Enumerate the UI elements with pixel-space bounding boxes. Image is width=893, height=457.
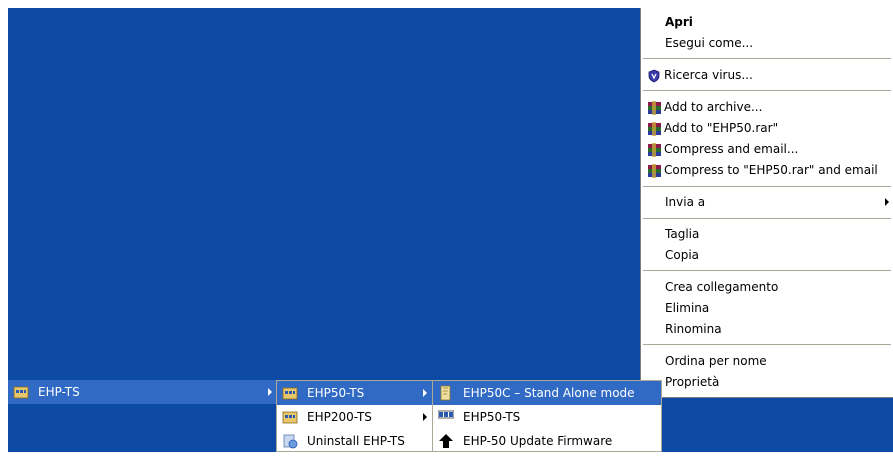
menu-item-rinomina[interactable]: Rinomina (641, 319, 893, 339)
menu-item-label: EHP50C – Stand Alone mode (463, 386, 635, 400)
menu-item-label: EHP-50 Update Firmware (463, 434, 613, 448)
menu-separator (643, 58, 891, 59)
menu-item-ehp200-ts-folder[interactable]: EHP200-TS (277, 405, 433, 429)
program-group-icon (13, 384, 29, 400)
menu-item-label: Add to "EHP50.rar" (664, 121, 779, 135)
program-group-icon (282, 409, 298, 425)
program-group-icon (282, 385, 298, 401)
uninstall-icon (282, 433, 298, 449)
menu-separator (643, 270, 891, 271)
menu-item-label: Copia (665, 248, 700, 262)
menu-separator (643, 218, 891, 219)
menu-item-label: Ricerca virus... (664, 68, 753, 82)
menu-item-copia[interactable]: Copia (641, 245, 893, 265)
menu-item-label: EHP50-TS (463, 410, 521, 424)
menu-item-ehp50-ts-folder[interactable]: EHP50-TS (277, 381, 433, 405)
menu-item-label: Esegui come... (665, 36, 754, 50)
menu-item-add-to-ehp50-rar[interactable]: Add to "EHP50.rar" (641, 118, 893, 138)
winrar-icon (647, 142, 662, 157)
submenu-arrow-icon (268, 388, 272, 396)
winrar-icon (647, 121, 662, 136)
menu-separator (643, 344, 891, 345)
ehp50-ts-submenu: EHP50C – Stand Alone mode EHP50-TS EHP-5… (432, 380, 662, 452)
menu-item-label: Add to archive... (664, 100, 763, 114)
menu-item-label: Compress and email... (664, 142, 799, 156)
upload-arrow-icon (438, 433, 454, 449)
menu-item-label: Invia a (665, 195, 706, 209)
menu-item-ehp-ts[interactable]: EHP-TS (8, 380, 278, 404)
menu-item-label: Elimina (665, 301, 710, 315)
menu-item-ehp50-ts-app[interactable]: EHP50-TS (433, 405, 661, 429)
menu-item-label: EHP50-TS (307, 386, 365, 400)
menu-item-compress-and-email[interactable]: Compress and email... (641, 139, 893, 159)
menu-item-ricerca-virus[interactable]: Ricerca virus... (641, 65, 893, 85)
menu-item-esegui-come[interactable]: Esegui come... (641, 33, 893, 53)
menu-item-label: Ordina per nome (665, 354, 767, 368)
menu-item-ordina-per-nome[interactable]: Ordina per nome (641, 351, 893, 371)
context-menu: Apri Esegui come... Ricerca virus... Add… (640, 8, 893, 398)
menu-item-elimina[interactable]: Elimina (641, 298, 893, 318)
menu-item-label: EHP-TS (38, 385, 80, 399)
winrar-icon (647, 100, 662, 115)
menu-item-crea-collegamento[interactable]: Crea collegamento (641, 277, 893, 297)
menu-item-label: Crea collegamento (665, 280, 779, 294)
programs-menu: EHP-TS (8, 380, 278, 452)
shield-icon (647, 69, 662, 83)
menu-item-ehp50c-stand-alone[interactable]: EHP50C – Stand Alone mode (433, 381, 661, 405)
menu-item-apri[interactable]: Apri (641, 12, 893, 32)
winrar-icon (647, 163, 662, 178)
ehp-ts-submenu: EHP50-TS EHP200-TS Uninstall EHP-TS (276, 380, 434, 452)
menu-item-label: Uninstall EHP-TS (307, 434, 405, 448)
menu-item-invia-a[interactable]: Invia a (641, 192, 893, 212)
menu-item-label: Compress to "EHP50.rar" and email (664, 163, 878, 177)
submenu-arrow-icon (423, 413, 427, 421)
menu-item-label: Proprietà (665, 375, 720, 389)
menu-item-taglia[interactable]: Taglia (641, 224, 893, 244)
menu-item-label: Apri (665, 15, 693, 29)
menu-item-proprieta[interactable]: Proprietà (641, 372, 893, 392)
menu-separator (643, 90, 891, 91)
app-window-icon (437, 409, 455, 425)
menu-item-label: EHP200-TS (307, 410, 372, 424)
menu-item-label: Rinomina (665, 322, 722, 336)
menu-item-add-to-archive[interactable]: Add to archive... (641, 97, 893, 117)
submenu-arrow-icon (885, 198, 889, 206)
pencil-app-icon (438, 385, 454, 401)
submenu-arrow-icon (423, 389, 427, 397)
menu-item-label: Taglia (665, 227, 700, 241)
menu-item-compress-to-rar-and-email[interactable]: Compress to "EHP50.rar" and email (641, 160, 893, 180)
menu-item-uninstall-ehp-ts[interactable]: Uninstall EHP-TS (277, 429, 433, 453)
menu-separator (643, 186, 891, 187)
menu-item-ehp-50-update-firmware[interactable]: EHP-50 Update Firmware (433, 429, 661, 453)
